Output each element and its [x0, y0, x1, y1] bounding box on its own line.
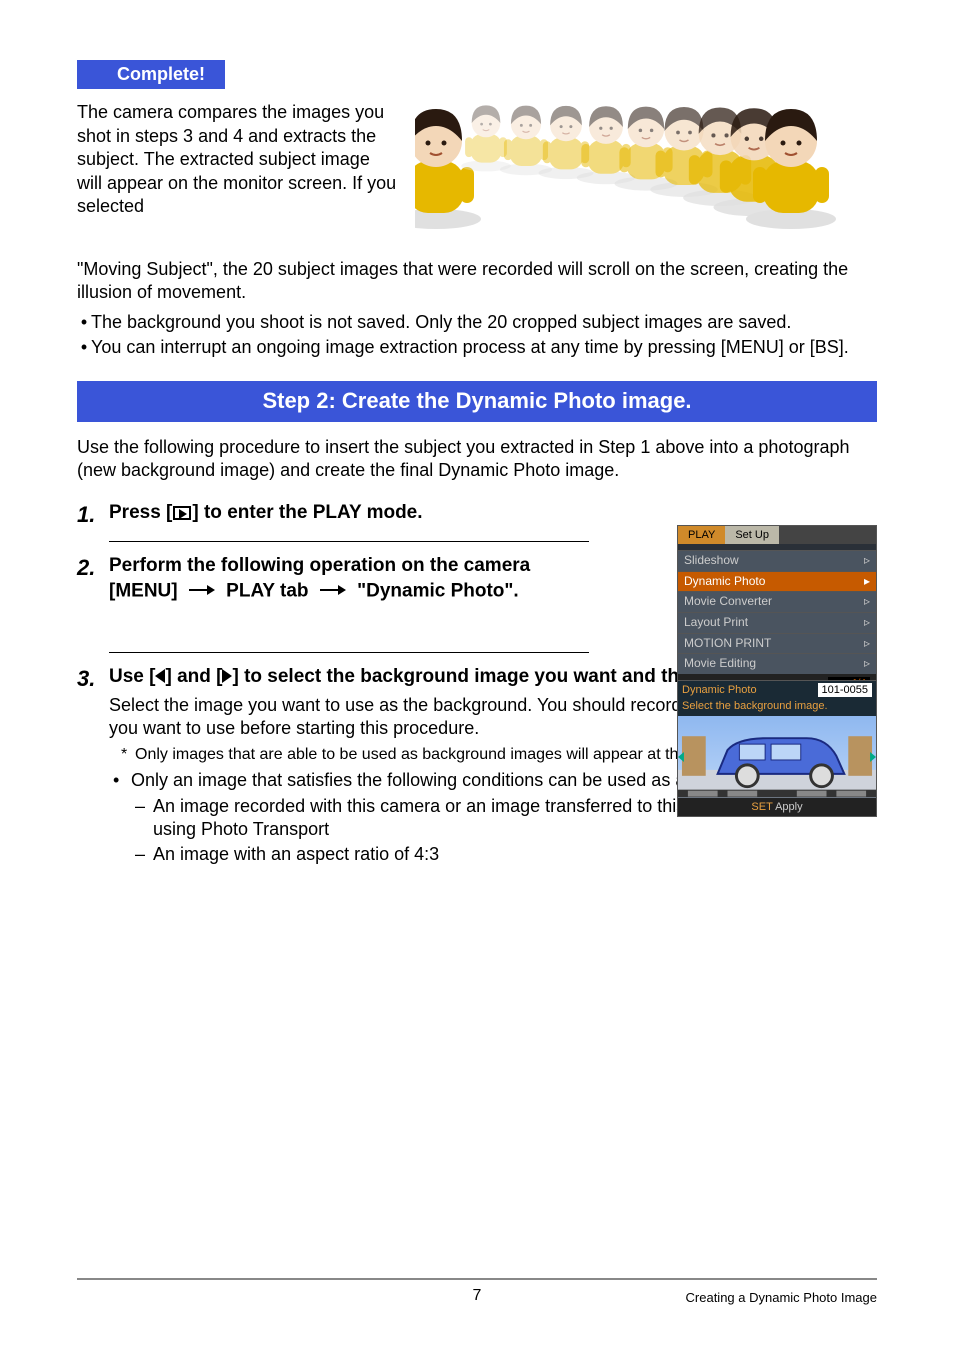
- menu-item: Layout Print▹: [678, 612, 876, 633]
- menu-item: Slideshow▹: [678, 550, 876, 571]
- background-preview: [678, 716, 876, 798]
- bg-select-screenshot: Dynamic Photo 101-0055 Select the backgr…: [677, 680, 877, 817]
- play-icon: [173, 506, 191, 520]
- arrow-icon: [320, 579, 346, 604]
- condition-item: –An image with an aspect ratio of 4:3: [109, 843, 877, 866]
- bullet-text: You can interrupt an ongoing image extra…: [91, 336, 849, 359]
- lead-text: Use the following procedure to insert th…: [77, 436, 877, 483]
- step-number: 3.: [77, 665, 109, 765]
- menu-item: MOTION PRINT▹: [678, 633, 876, 654]
- footer-title: Creating a Dynamic Photo Image: [686, 1290, 877, 1307]
- menu-screenshot: PLAY Set Up Slideshow▹ Dynamic Photo▸ Mo…: [677, 525, 877, 692]
- hero-image: [415, 101, 877, 257]
- step-bar: Step 2: Create the Dynamic Photo image.: [77, 381, 877, 422]
- step-number: 2.: [77, 554, 109, 604]
- tab-play: PLAY: [678, 526, 725, 544]
- menu-item: Movie Editing▹: [678, 653, 876, 674]
- intro-bullets: •The background you shoot is not saved. …: [77, 311, 877, 360]
- apply-row: SET Apply: [678, 798, 876, 816]
- arrow-icon: [189, 579, 215, 604]
- intro-text-wrap: The camera compares the images you shot …: [77, 101, 397, 257]
- tab-setup: Set Up: [725, 526, 779, 544]
- menu-item-selected: Dynamic Photo▸: [678, 571, 876, 592]
- screen-subtitle: Select the background image.: [678, 699, 876, 715]
- complete-label: Complete!: [77, 60, 225, 89]
- intro-text-continued: "Moving Subject", the 20 subject images …: [77, 258, 877, 305]
- right-triangle-icon: [222, 669, 232, 683]
- image-id: 101-0055: [818, 683, 873, 697]
- left-triangle-icon: [155, 669, 165, 683]
- bullet-text: The background you shoot is not saved. O…: [91, 311, 791, 334]
- page-number: 7: [473, 1286, 482, 1307]
- menu-item: Movie Converter▹: [678, 591, 876, 612]
- screen-title: Dynamic Photo: [682, 683, 757, 697]
- step-number: 1.: [77, 501, 109, 530]
